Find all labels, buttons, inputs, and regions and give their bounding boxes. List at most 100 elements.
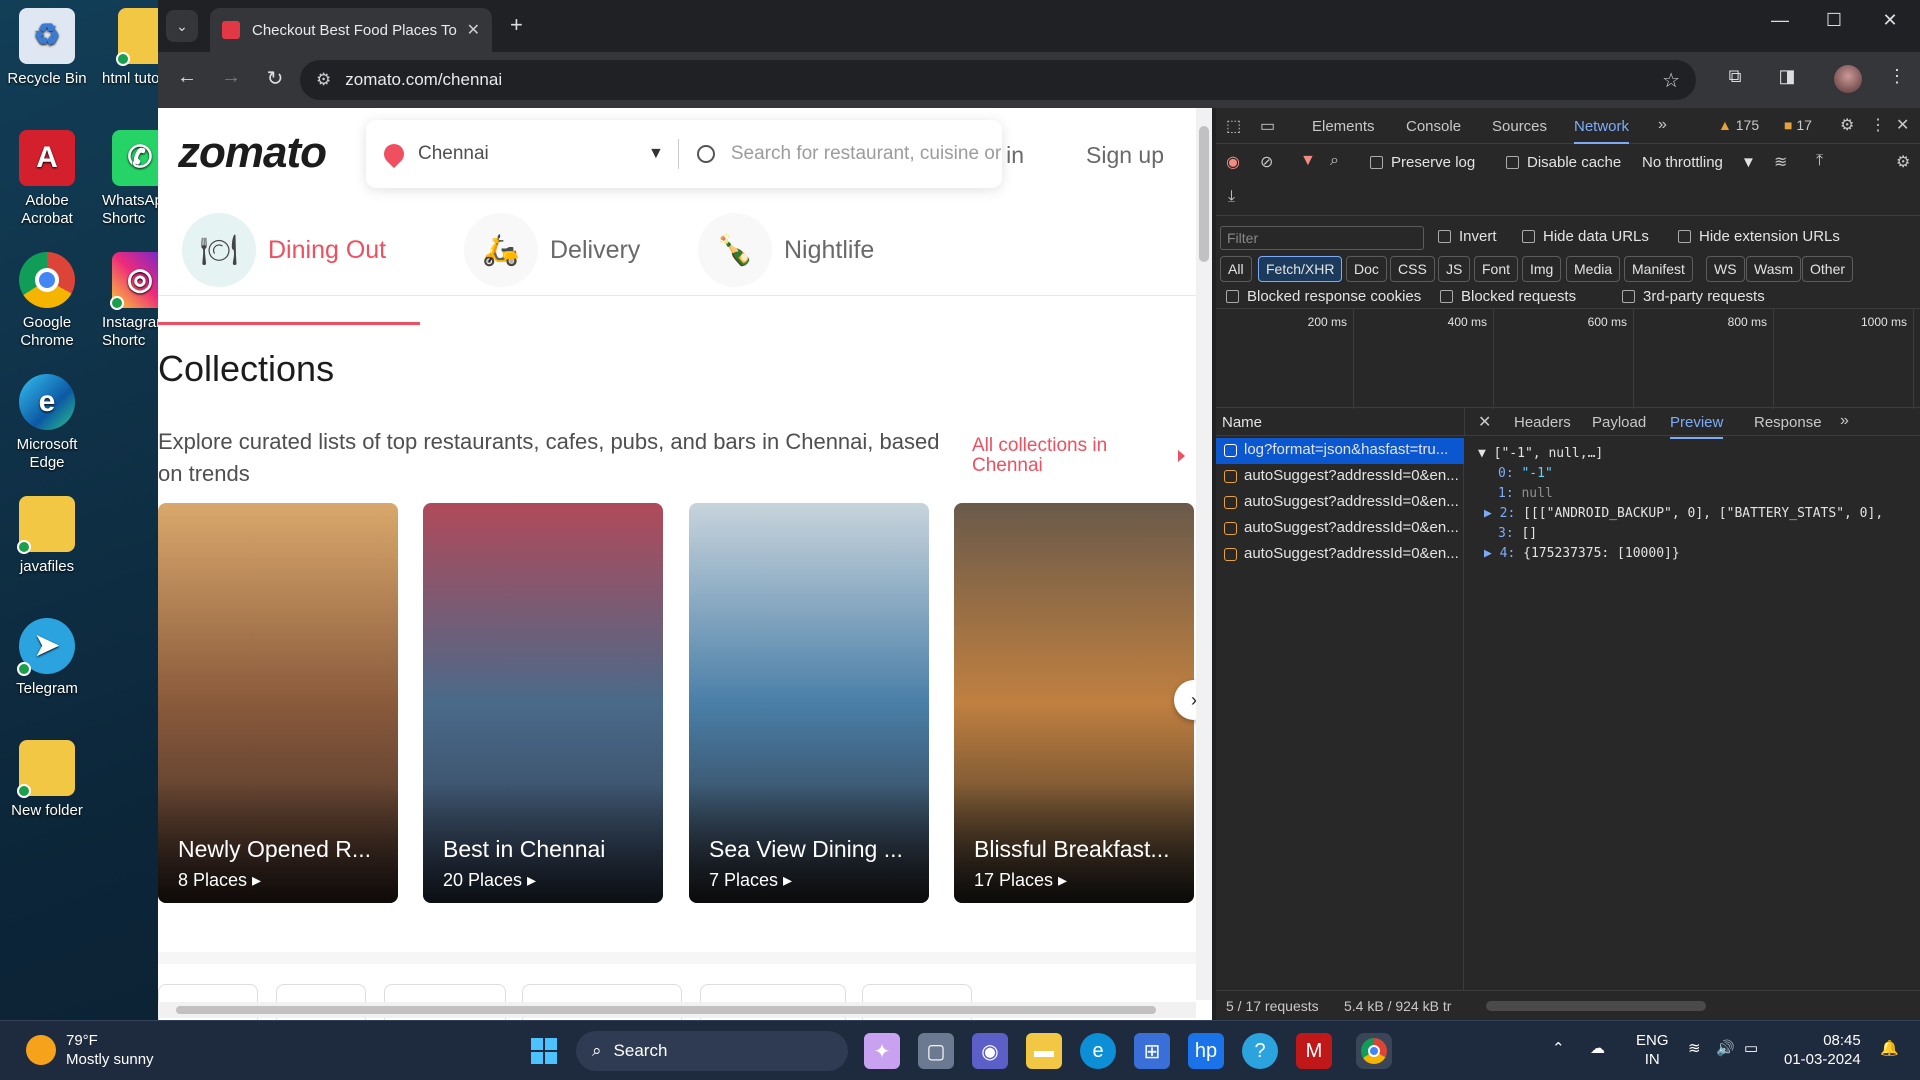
inspect-element-icon[interactable]: ⬚ xyxy=(1226,116,1241,136)
profile-avatar[interactable] xyxy=(1834,65,1862,93)
collection-card[interactable]: Sea View Dining ... 7 Places ▸ xyxy=(689,503,929,903)
tab-network[interactable]: Network xyxy=(1574,118,1630,144)
signup-link[interactable]: Sign up xyxy=(1086,142,1164,169)
devtools-menu-icon[interactable]: ⋮ xyxy=(1870,115,1886,135)
export-har-icon[interactable]: ⤓ xyxy=(1228,188,1235,206)
tab-payload[interactable]: Payload xyxy=(1592,414,1646,431)
site-info-icon[interactable]: ⚙ xyxy=(316,70,331,90)
chevron-up-icon[interactable]: ⌃ xyxy=(1552,1039,1565,1058)
collection-card[interactable]: Blissful Breakfast... 17 Places ▸ xyxy=(954,503,1194,903)
close-panel-icon[interactable]: ✕ xyxy=(1478,412,1491,432)
invert-checkbox[interactable]: Invert xyxy=(1438,228,1497,245)
file-explorer-icon[interactable]: ▬ xyxy=(1026,1033,1062,1069)
desktop-icon-chrome[interactable]: Google Chrome xyxy=(0,252,94,350)
volume-icon[interactable]: 🔊 xyxy=(1716,1039,1735,1058)
tab-sources[interactable]: Sources xyxy=(1492,118,1547,135)
reload-button[interactable]: ↻ xyxy=(260,66,290,91)
scrollbar-thumb[interactable] xyxy=(176,1006,1156,1014)
zomato-logo[interactable]: zomato xyxy=(178,128,327,178)
filter-input[interactable]: Filter xyxy=(1220,226,1424,250)
tab-nightlife[interactable]: 🍾 Nightlife xyxy=(698,204,874,296)
chrome-taskbar-icon[interactable] xyxy=(1356,1033,1392,1069)
collection-card[interactable]: Best in Chennai 20 Places ▸ xyxy=(423,503,663,903)
tab-headers[interactable]: Headers xyxy=(1514,414,1571,431)
chip-js[interactable]: JS xyxy=(1438,256,1471,282)
checkbox[interactable] xyxy=(1438,230,1451,243)
checkbox[interactable] xyxy=(1506,156,1519,169)
chip-media[interactable]: Media xyxy=(1566,256,1621,282)
chip-other[interactable]: Other xyxy=(1802,256,1854,282)
import-har-icon[interactable]: ⤒ xyxy=(1816,152,1823,170)
checkbox[interactable] xyxy=(1622,290,1635,303)
tab-dining-out[interactable]: 🍽 Dining Out xyxy=(182,204,386,296)
notification-bell-icon[interactable]: 🔔 xyxy=(1880,1039,1899,1058)
chip-manifest[interactable]: Manifest xyxy=(1624,256,1693,282)
page-horizontal-scrollbar[interactable] xyxy=(158,1002,1196,1018)
wifi-icon[interactable]: ≋ xyxy=(1688,1039,1701,1058)
hide-extension-urls-checkbox[interactable]: Hide extension URLs xyxy=(1678,228,1840,245)
tab-search-button[interactable]: ⌄ xyxy=(166,10,198,42)
desktop-icon-instagram[interactable]: ◎ Instagram Shortc xyxy=(96,252,160,350)
settings-gear-icon[interactable]: ⚙ xyxy=(1840,115,1854,135)
tab-preview[interactable]: Preview xyxy=(1670,414,1724,439)
all-collections-link[interactable]: All collections in Chennai xyxy=(972,436,1142,476)
language-indicator[interactable]: ENG IN xyxy=(1636,1031,1669,1069)
extensions-icon[interactable]: ⧉ xyxy=(1720,66,1750,87)
checkbox[interactable] xyxy=(1226,290,1239,303)
start-button[interactable] xyxy=(526,1033,562,1069)
desktop-icon-javafiles[interactable]: javafiles xyxy=(0,496,94,576)
preview-line-4[interactable]: ▶ 4: {175237375: [10000]} xyxy=(1484,544,1680,564)
clear-icon[interactable]: ⊘ xyxy=(1260,152,1273,172)
battery-icon[interactable]: ▭ xyxy=(1744,1039,1758,1058)
location-select[interactable]: Chennai xyxy=(418,143,648,165)
store-icon[interactable]: ⊞ xyxy=(1134,1033,1170,1069)
name-column-header[interactable]: Name xyxy=(1222,414,1262,431)
tab-console[interactable]: Console xyxy=(1406,118,1461,135)
maximize-button[interactable]: ☐ xyxy=(1814,10,1854,31)
blocked-cookies-checkbox[interactable]: Blocked response cookies xyxy=(1226,288,1421,305)
throttling-select[interactable]: No throttling ▼ xyxy=(1642,154,1756,171)
tab-response[interactable]: Response xyxy=(1754,414,1822,431)
onedrive-icon[interactable]: ☁ xyxy=(1590,1039,1605,1058)
desktop-icon-new-folder[interactable]: New folder xyxy=(0,740,94,820)
third-party-checkbox[interactable]: 3rd-party requests xyxy=(1622,288,1765,305)
network-timeline[interactable]: 200 ms 400 ms 600 ms 800 ms 1000 ms xyxy=(1216,308,1920,409)
login-link[interactable]: Log in xyxy=(1002,142,1024,169)
close-window-button[interactable]: ✕ xyxy=(1870,10,1910,31)
record-icon[interactable]: ◉ xyxy=(1226,152,1240,172)
mcafee-icon[interactable]: M xyxy=(1296,1033,1332,1069)
filter-icon[interactable]: ▼ xyxy=(1300,152,1316,170)
help-icon[interactable]: ? xyxy=(1242,1033,1278,1069)
tab-close-button[interactable]: ✕ xyxy=(467,20,480,40)
search-icon[interactable]: ⌕ xyxy=(1330,152,1339,170)
chip-wasm[interactable]: Wasm xyxy=(1746,256,1802,282)
myhp-icon[interactable]: hp xyxy=(1188,1033,1224,1069)
task-view-icon[interactable]: ▢ xyxy=(918,1033,954,1069)
preview-root[interactable]: ▼ ["-1", null,…] xyxy=(1478,444,1603,464)
more-tabs-icon[interactable]: » xyxy=(1658,116,1667,134)
forward-button[interactable]: → xyxy=(216,66,246,89)
tab-elements[interactable]: Elements xyxy=(1312,118,1375,135)
more-tabs-icon[interactable]: » xyxy=(1840,412,1849,430)
bookmark-star-icon[interactable]: ☆ xyxy=(1662,68,1680,93)
chip-css[interactable]: CSS xyxy=(1390,256,1435,282)
new-tab-button[interactable]: + xyxy=(510,12,523,38)
teams-icon[interactable]: ◉ xyxy=(972,1033,1008,1069)
collection-card[interactable]: Newly Opened R... 8 Places ▸ xyxy=(158,503,398,903)
network-settings-icon[interactable]: ⚙ xyxy=(1896,152,1910,172)
request-row[interactable]: autoSuggest?addressId=0&en... xyxy=(1216,464,1464,490)
chip-fetch-xhr[interactable]: Fetch/XHR xyxy=(1258,256,1343,282)
minimize-button[interactable]: — xyxy=(1760,10,1800,31)
device-toolbar-icon[interactable]: ▭ xyxy=(1260,116,1275,136)
hide-data-urls-checkbox[interactable]: Hide data URLs xyxy=(1522,228,1649,245)
side-panel-icon[interactable]: ◨ xyxy=(1772,66,1802,87)
scrollbar-thumb[interactable] xyxy=(1199,126,1209,262)
address-bar[interactable]: ⚙ zomato.com/chennai ☆ xyxy=(300,60,1696,100)
checkbox[interactable] xyxy=(1522,230,1535,243)
request-row[interactable]: autoSuggest?addressId=0&en... xyxy=(1216,542,1464,568)
chip-all[interactable]: All xyxy=(1220,256,1252,282)
desktop-icon-acrobat[interactable]: A Adobe Acrobat xyxy=(0,130,94,228)
checkbox[interactable] xyxy=(1678,230,1691,243)
restaurant-search-input[interactable]: Search for restaurant, cuisine or a dish xyxy=(731,143,1002,165)
desktop-icon-recycle-bin[interactable]: ♻ Recycle Bin xyxy=(0,8,94,88)
